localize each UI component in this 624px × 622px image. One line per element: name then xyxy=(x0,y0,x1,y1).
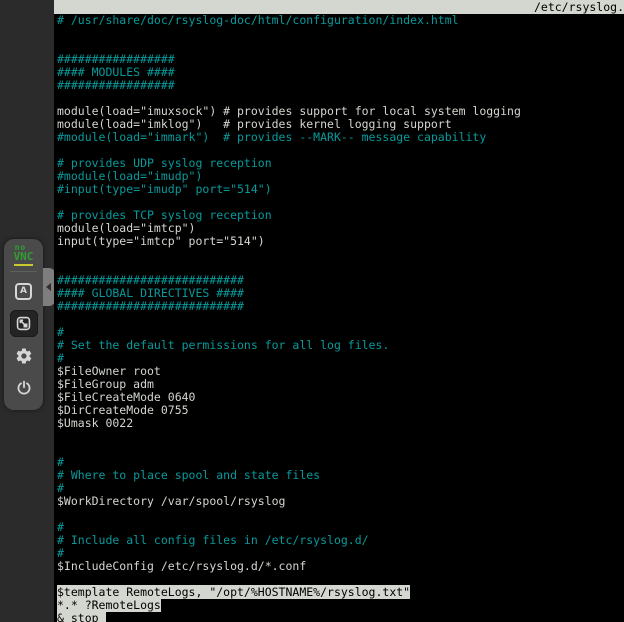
editor-line: # /usr/share/doc/rsyslog-doc/html/config… xyxy=(57,14,624,27)
power-icon xyxy=(15,379,33,397)
fullscreen-button[interactable] xyxy=(10,310,38,337)
keyboard-button[interactable]: A xyxy=(10,278,38,305)
editor-line: # Where to place spool and state files xyxy=(57,469,624,482)
editor-line xyxy=(57,430,624,443)
novnc-logo: no VNC xyxy=(14,244,34,266)
keyboard-icon: A xyxy=(15,283,32,300)
editor-line xyxy=(57,508,624,521)
nano-file-path: /etc/rsyslog. xyxy=(534,0,624,14)
editor-line: # Include all config files in /etc/rsysl… xyxy=(57,534,624,547)
power-button[interactable] xyxy=(10,374,38,401)
nano-titlebar: GNU nano 7.2 /etc/rsyslog. xyxy=(54,0,624,14)
editor-line xyxy=(57,313,624,326)
editor-line: $DirCreateMode 0755 xyxy=(57,404,624,417)
text-cursor xyxy=(99,612,106,622)
editor-line: & stop xyxy=(57,612,624,622)
editor-line: $IncludeConfig /etc/rsyslog.d/*.conf xyxy=(57,560,624,573)
editor-line: $Umask 0022 xyxy=(57,417,624,430)
panel-divider xyxy=(10,271,37,272)
editor-line: ################# xyxy=(57,79,624,92)
terminal-display[interactable]: GNU nano 7.2 /etc/rsyslog. # /usr/share/… xyxy=(54,0,624,622)
editor-line: # Set the default permissions for all lo… xyxy=(57,339,624,352)
editor-line: #module(load="immark") # provides --MARK… xyxy=(57,131,624,144)
editor-line: #input(type="imudp" port="514") xyxy=(57,183,624,196)
editor-line xyxy=(57,443,624,456)
editor-line: *.* ?RemoteLogs xyxy=(57,599,624,612)
editor-content[interactable]: # /usr/share/doc/rsyslog-doc/html/config… xyxy=(54,14,624,622)
editor-line: ########################### xyxy=(57,300,624,313)
novnc-logo-bottom: VNC xyxy=(14,251,34,266)
novnc-control-bar: no VNC A xyxy=(4,239,43,410)
editor-line: $WorkDirectory /var/spool/rsyslog xyxy=(57,495,624,508)
editor-line xyxy=(57,27,624,40)
settings-button[interactable] xyxy=(10,342,38,369)
editor-line xyxy=(57,248,624,261)
gear-icon xyxy=(15,347,33,365)
fullscreen-icon xyxy=(14,314,33,333)
editor-line: input(type="imtcp" port="514") xyxy=(57,235,624,248)
